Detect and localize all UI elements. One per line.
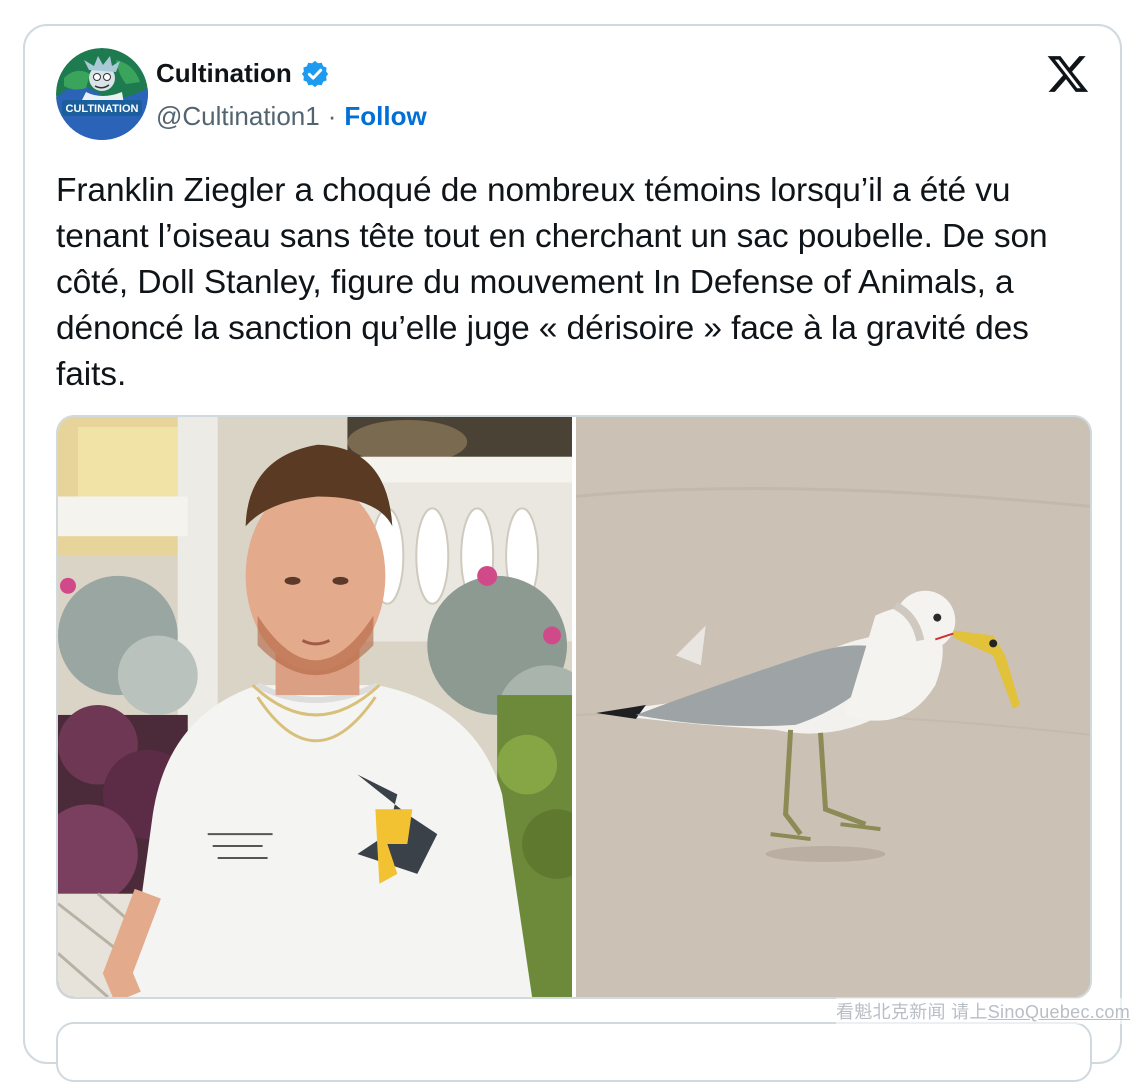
photo-man[interactable]	[58, 417, 572, 997]
x-logo-icon[interactable]	[1046, 52, 1090, 96]
tweet-media[interactable]	[56, 415, 1092, 999]
tweet-text: Franklin Ziegler a choqué de nombreux té…	[56, 168, 1101, 398]
author-handle[interactable]: @Cultination1	[156, 101, 320, 132]
author-avatar[interactable]: CULTINATION	[56, 48, 148, 140]
handle-separator: ·	[328, 101, 337, 132]
watermark-prefix: 看魁北克新闻 请上	[836, 1002, 988, 1022]
author-display-name[interactable]: Cultination	[156, 58, 292, 89]
watermark: 看魁北克新闻 请上SinoQuebec.com	[836, 998, 1130, 1024]
follow-button[interactable]: Follow	[344, 101, 426, 132]
photo-seagull[interactable]	[576, 417, 1090, 997]
avatar-text: CULTINATION	[66, 103, 139, 115]
verified-badge-icon	[300, 59, 330, 89]
author-handle-row: @Cultination1 · Follow	[156, 101, 427, 132]
watermark-site: SinoQuebec.com	[988, 1002, 1130, 1022]
author-name-row: Cultination	[156, 58, 330, 89]
tweet-card[interactable]: CULTINATION Cultination @Cultination1 · …	[23, 24, 1122, 1064]
next-embedded-card[interactable]	[56, 1022, 1092, 1082]
